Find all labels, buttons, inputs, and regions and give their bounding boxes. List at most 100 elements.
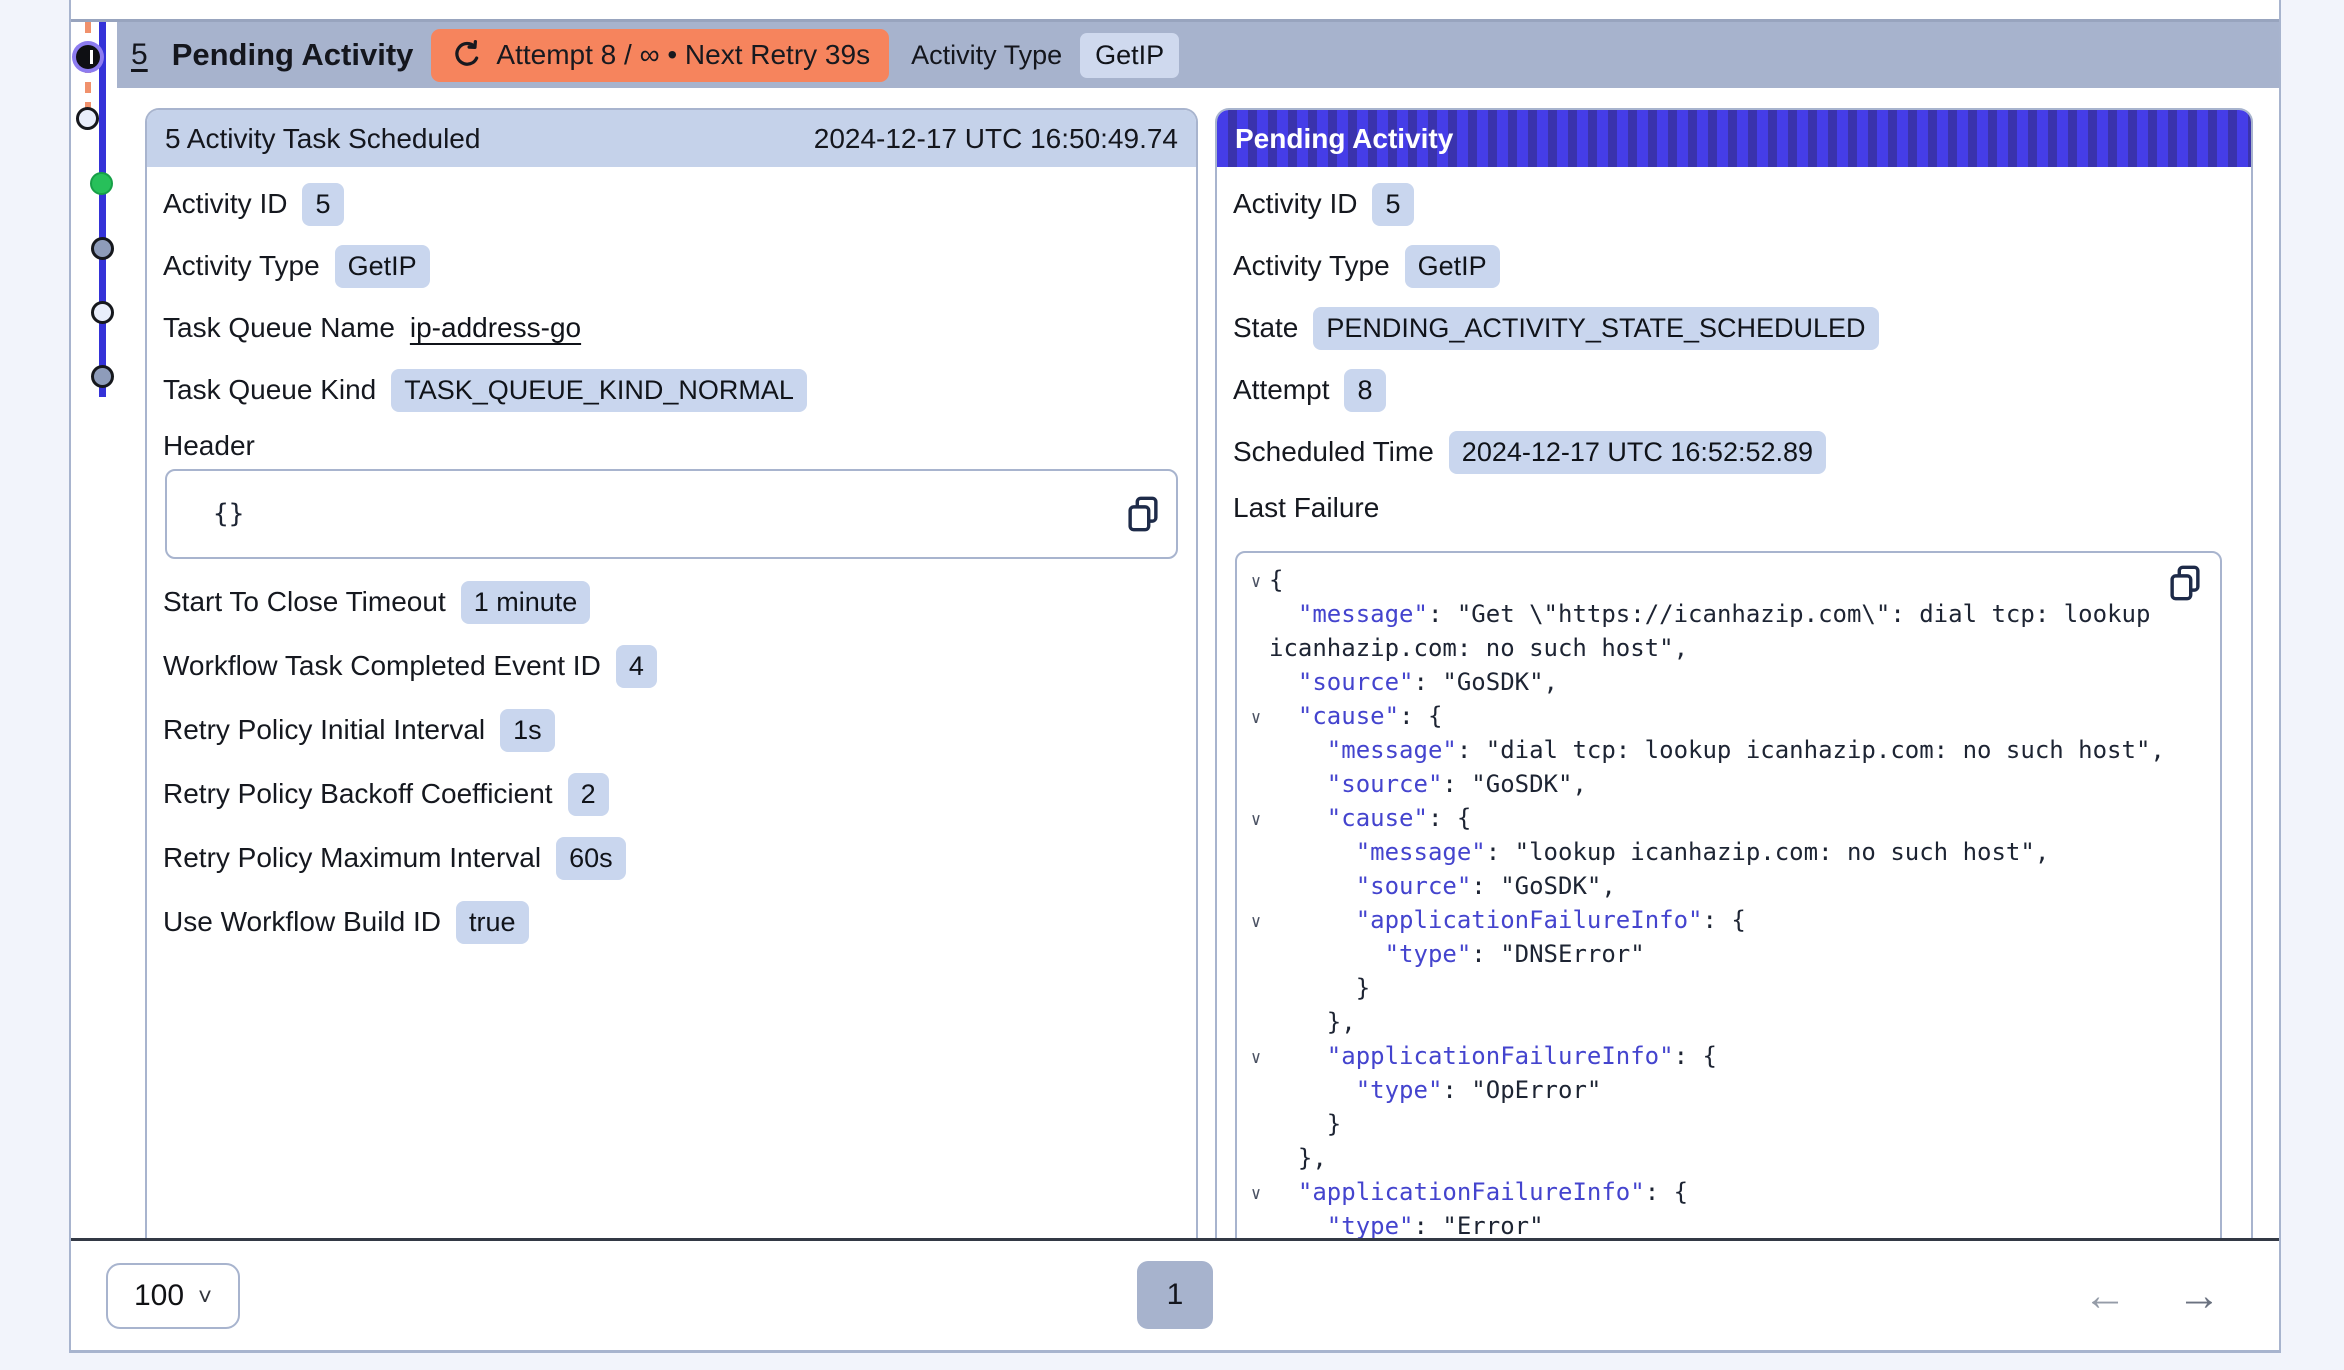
collapse-chevron-icon[interactable]: ∨: [1243, 699, 1269, 733]
field-row: Activity ID5: [1233, 181, 2235, 227]
field-label: Activity Type: [1233, 250, 1390, 282]
field-value-badge: 4: [616, 645, 657, 688]
code-text: "type": "Error": [1269, 1209, 1544, 1238]
collapse-chevron-icon[interactable]: ∨: [1243, 801, 1269, 835]
field-label: Activity ID: [163, 188, 287, 220]
code-text: "source": "GoSDK",: [1269, 869, 1616, 903]
left-field-list: Activity ID5Activity TypeGetIPTask Queue…: [163, 181, 1180, 413]
timeline-dot-filled[interactable]: [91, 365, 114, 388]
field-row: Activity TypeGetIP: [1233, 243, 2235, 289]
code-line: "message": "Get \"https://icanhazip.com\…: [1243, 597, 2210, 631]
last-failure-code-box: ∨{ "message": "Get \"https://icanhazip.c…: [1235, 551, 2222, 1238]
collapse-chevron-icon[interactable]: ∨: [1243, 1039, 1269, 1073]
code-text: {: [1269, 563, 1283, 597]
code-text: "source": "GoSDK",: [1269, 767, 1587, 801]
code-text: "cause": {: [1269, 801, 1471, 835]
next-page-arrow[interactable]: →: [2177, 1271, 2221, 1321]
collapse-chevron-icon[interactable]: ∨: [1243, 1175, 1269, 1209]
prev-page-arrow[interactable]: ←: [2083, 1271, 2127, 1321]
code-gutter: [1243, 971, 1269, 1005]
timeline-dot-filled[interactable]: [91, 237, 114, 260]
code-gutter: [1243, 631, 1269, 665]
field-label: Task Queue Kind: [163, 374, 376, 406]
timeline-dot-open[interactable]: [76, 107, 99, 130]
code-text: "message": "Get \"https://icanhazip.com\…: [1269, 597, 2150, 631]
right-panel-body: Activity ID5Activity TypeGetIPStatePENDI…: [1217, 167, 2251, 1238]
code-line: icanhazip.com: no such host",: [1243, 631, 2210, 665]
copy-icon[interactable]: [1124, 494, 1162, 534]
activity-task-scheduled-panel: 5 Activity Task Scheduled 2024-12-17 UTC…: [145, 108, 1198, 1238]
field-row: Start To Close Timeout 1 minute: [163, 579, 1180, 625]
field-row: Task Queue Kind TASK_QUEUE_KIND_NORMAL: [163, 367, 1180, 413]
field-row: Retry Policy Initial Interval1s: [163, 707, 1180, 753]
field-row: Task Queue Name ip-address-go: [163, 305, 1180, 351]
page-size-select[interactable]: 100 ˅: [106, 1263, 240, 1329]
collapse-chevron-icon[interactable]: ∨: [1243, 903, 1269, 937]
pending-activity-header-bar[interactable]: 5 Pending Activity Attempt 8 / ∞ • Next …: [117, 22, 2279, 88]
field-row: Attempt8: [1233, 367, 2235, 413]
field-label: Retry Policy Maximum Interval: [163, 842, 541, 874]
left-panel-title: 5 Activity Task Scheduled: [165, 123, 480, 155]
event-history-card: 5 Pending Activity Attempt 8 / ∞ • Next …: [69, 0, 2281, 1353]
code-line: "type": "DNSError": [1243, 937, 2210, 971]
field-label: Use Workflow Build ID: [163, 906, 441, 938]
code-gutter: [1243, 1073, 1269, 1107]
code-line: "source": "GoSDK",: [1243, 767, 2210, 801]
code-line: ∨ "applicationFailureInfo": {: [1243, 1175, 2210, 1209]
timeline-dot-success[interactable]: [90, 172, 113, 195]
field-label: Scheduled Time: [1233, 436, 1434, 468]
retry-icon: [450, 38, 484, 72]
code-text: "type": "OpError": [1269, 1073, 1601, 1107]
left-panel-header: 5 Activity Task Scheduled 2024-12-17 UTC…: [147, 110, 1196, 167]
code-line: "message": "dial tcp: lookup icanhazip.c…: [1243, 733, 2210, 767]
field-value-badge: true: [456, 901, 529, 944]
code-line: ∨ "applicationFailureInfo": {: [1243, 903, 2210, 937]
event-title: Pending Activity: [172, 37, 414, 73]
event-id-link[interactable]: 5: [131, 38, 148, 72]
header-code-box: {}: [165, 469, 1178, 559]
field-value-link[interactable]: ip-address-go: [410, 312, 581, 344]
timeline-dot-current[interactable]: [76, 45, 100, 69]
activity-type-label: Activity Type: [911, 40, 1062, 71]
field-row: Activity ID 5: [163, 181, 1180, 227]
code-text: "applicationFailureInfo": {: [1269, 903, 1746, 937]
field-label: Start To Close Timeout: [163, 586, 446, 618]
pagination-footer: 100 ˅ 1 ← →: [71, 1238, 2279, 1350]
field-value-badge: 60s: [556, 837, 626, 880]
header-code-content: {}: [213, 499, 244, 529]
field-value-badge: TASK_QUEUE_KIND_NORMAL: [391, 369, 807, 412]
code-line: ∨{: [1243, 563, 2210, 597]
code-line: "type": "OpError": [1243, 1073, 2210, 1107]
code-line: ∨ "cause": {: [1243, 699, 2210, 733]
activity-type-badge: GetIP: [1080, 33, 1179, 78]
field-row: Retry Policy Maximum Interval 60s: [163, 835, 1180, 881]
chevron-down-icon: ˅: [198, 1284, 212, 1312]
code-text: "message": "lookup icanhazip.com: no suc…: [1269, 835, 2049, 869]
pending-activity-panel: Pending Activity Activity ID5Activity Ty…: [1215, 108, 2253, 1238]
page: { "header_bar": { "event_id": "5", "titl…: [0, 0, 2344, 1370]
code-gutter: [1243, 665, 1269, 699]
code-gutter: [1243, 1005, 1269, 1039]
code-text: "cause": {: [1269, 699, 1442, 733]
field-value-badge: 8: [1344, 369, 1385, 412]
page-1-button[interactable]: 1: [1137, 1261, 1213, 1329]
code-line: "source": "GoSDK",: [1243, 869, 2210, 903]
code-gutter: [1243, 597, 1269, 631]
field-value-badge: 1 minute: [461, 581, 591, 624]
copy-icon[interactable]: [2166, 563, 2204, 603]
right-field-list: Activity ID5Activity TypeGetIPStatePENDI…: [1233, 181, 2235, 475]
field-value-badge: 5: [302, 183, 343, 226]
left-panel-timestamp: 2024-12-17 UTC 16:50:49.74: [814, 123, 1178, 155]
field-label: Task Queue Name: [163, 312, 395, 344]
retry-status-text: Attempt 8 / ∞ • Next Retry 39s: [496, 39, 870, 71]
collapse-chevron-icon[interactable]: ∨: [1243, 563, 1269, 597]
field-value-badge: PENDING_ACTIVITY_STATE_SCHEDULED: [1313, 307, 1878, 350]
code-gutter: [1243, 767, 1269, 801]
code-text: }: [1269, 1107, 1341, 1141]
timeline-line: [99, 22, 106, 397]
left-field-list-2: Start To Close Timeout 1 minute Workflow T…: [163, 579, 1180, 945]
code-gutter: [1243, 733, 1269, 767]
code-text: icanhazip.com: no such host",: [1269, 631, 1688, 665]
field-label: Workflow Task Completed Event ID: [163, 650, 601, 682]
timeline-dot-open[interactable]: [91, 301, 114, 324]
